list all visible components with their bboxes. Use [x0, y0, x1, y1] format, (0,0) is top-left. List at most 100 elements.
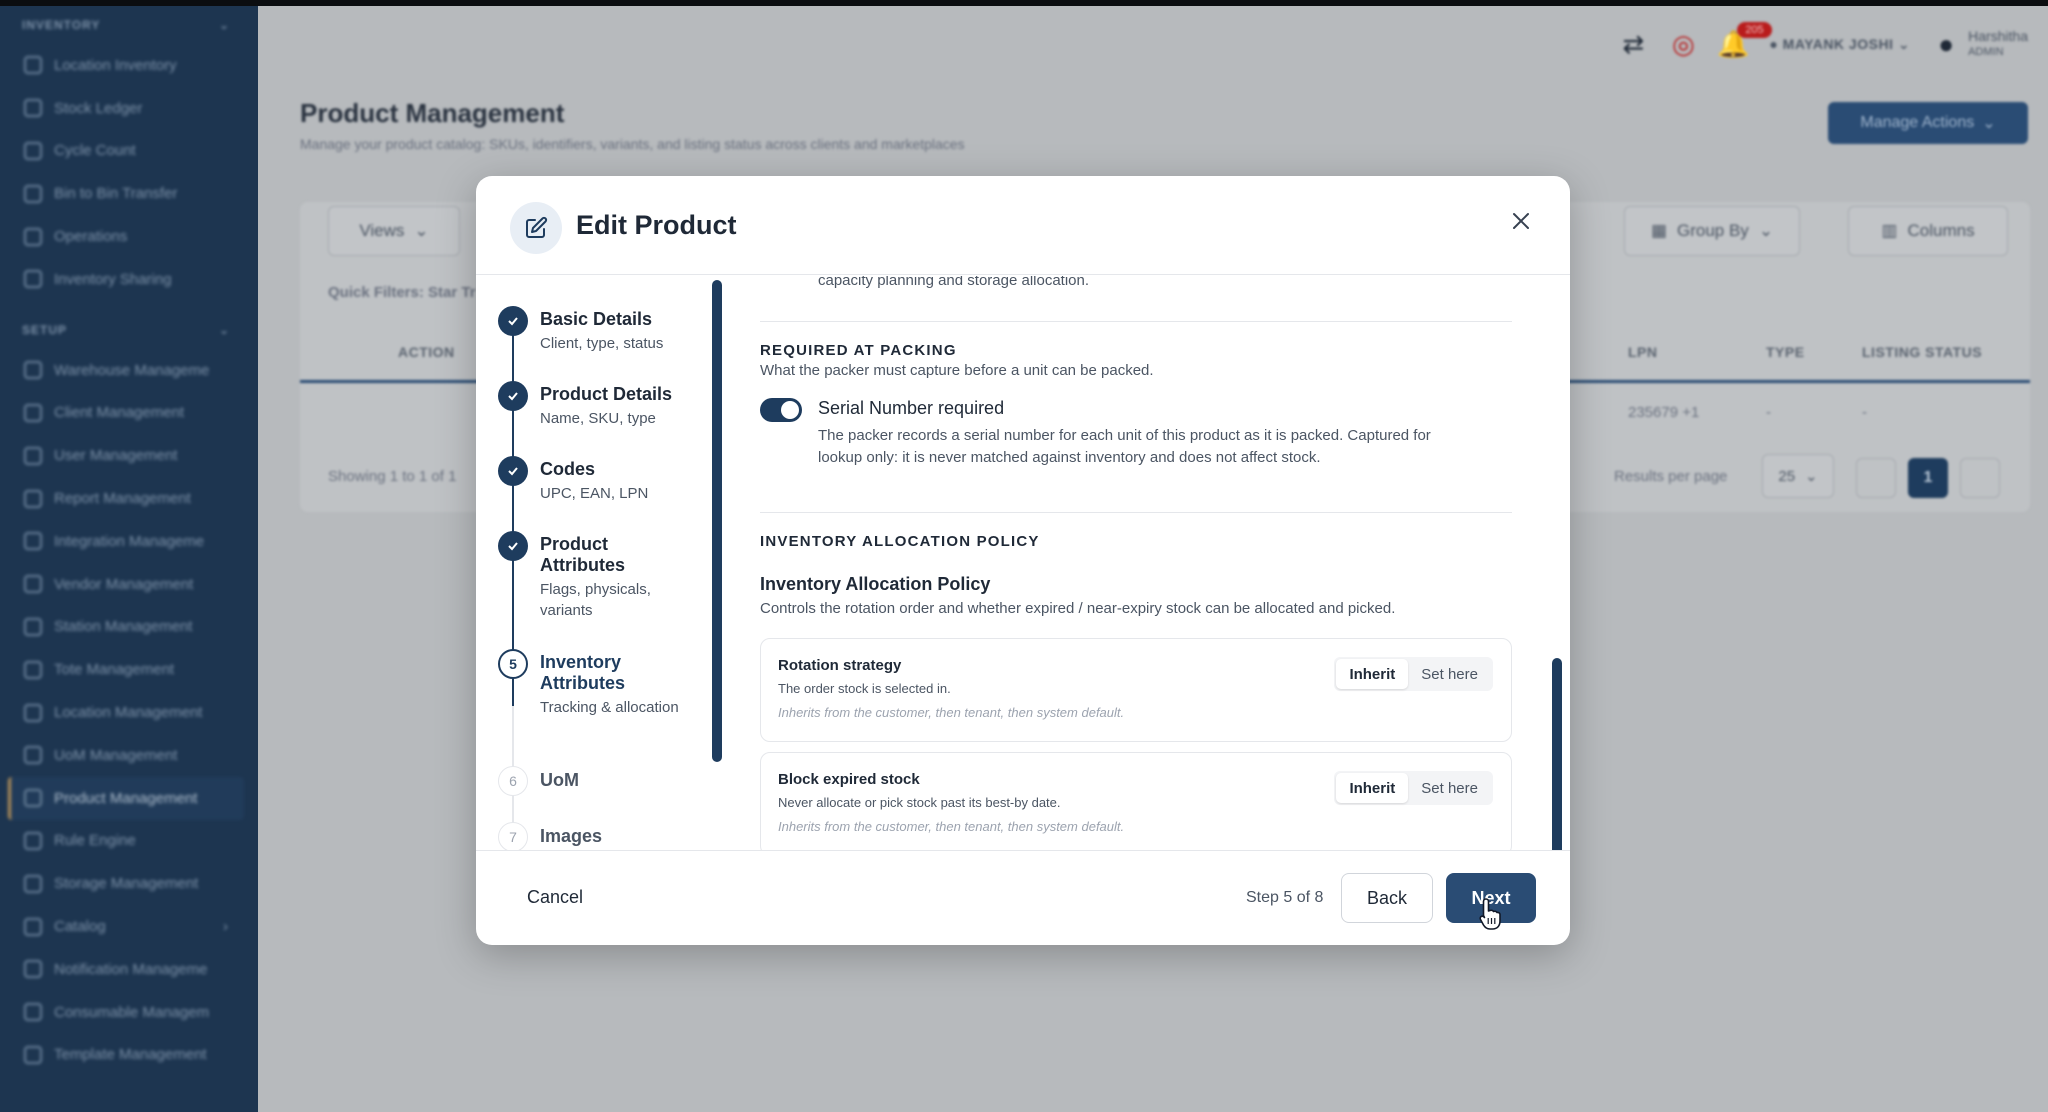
sidebar-item[interactable]: Bin to Bin Transfer: [0, 172, 258, 215]
sidebar-item-label: Vendor Management: [54, 575, 194, 593]
inherit-option[interactable]: Inherit: [1336, 659, 1409, 689]
step-sub: Client, type, status: [540, 335, 664, 352]
sidebar-item[interactable]: Client Management: [0, 392, 258, 435]
sidebar-item[interactable]: Station Management: [0, 606, 258, 649]
allocation-section-title: INVENTORY ALLOCATION POLICY: [760, 533, 1040, 550]
sidebar-item[interactable]: Tote Management: [0, 648, 258, 691]
avatar-icon: ●: [1938, 28, 1954, 59]
sidebar-item-label: Inventory Sharing: [54, 270, 172, 288]
views-dropdown[interactable]: Views ⌄: [328, 206, 460, 256]
modal-header: Edit Product: [476, 176, 1570, 275]
set-here-option[interactable]: Set here: [1408, 773, 1491, 803]
content-scrollbar[interactable]: [1552, 658, 1562, 850]
sidebar-item[interactable]: Cycle Count: [0, 130, 258, 173]
lifebuoy-icon[interactable]: ◎: [1669, 29, 1697, 59]
prev-page-button[interactable]: [1856, 458, 1896, 498]
next-page-button[interactable]: [1960, 458, 2000, 498]
toggle-knob: [781, 401, 799, 419]
sidebar-item-icon: [24, 874, 42, 893]
sidebar-item[interactable]: Stock Ledger: [0, 87, 258, 130]
serial-number-toggle[interactable]: [760, 398, 802, 422]
columns-icon: ▥: [1881, 221, 1898, 240]
per-page-select[interactable]: 25 ⌄: [1762, 454, 1834, 498]
step-title: Product Attributes: [540, 534, 625, 575]
step-title: Product Details: [540, 384, 673, 404]
packing-section-title: REQUIRED AT PACKING: [760, 342, 957, 359]
transfer-icon[interactable]: ⇄: [1619, 29, 1647, 59]
sidebar-item-label: Cycle Count: [54, 142, 136, 160]
inherit-option[interactable]: Inherit: [1336, 773, 1409, 803]
cancel-button[interactable]: Cancel: [527, 887, 583, 908]
sidebar: INVENTORY ⌄ Location Inventory Stock Ledger…: [0, 6, 258, 1112]
sidebar-item[interactable]: UoM Management: [0, 734, 258, 777]
sidebar-item-label: Station Management: [54, 618, 193, 636]
step-sub: Tracking & allocation: [540, 699, 679, 716]
manage-actions-button[interactable]: Manage Actions ⌄: [1828, 102, 2028, 144]
step-sub: UPC, EAN, LPN: [540, 485, 649, 502]
sidebar-item[interactable]: Integration Manageme: [0, 520, 258, 563]
chevron-down-icon: ⌄: [1982, 115, 1996, 132]
modal-footer: Cancel Step 5 of 8 Back Next: [476, 850, 1570, 945]
page-subtitle: Manage your product catalog: SKUs, ident…: [300, 136, 965, 152]
user-menu[interactable]: ● Harshitha ADMIN: [1932, 28, 2028, 60]
sidebar-section-header[interactable]: INVENTORY ⌄: [0, 6, 258, 44]
sidebar-item[interactable]: Operations: [0, 215, 258, 258]
sidebar-item[interactable]: Consumable Managem: [0, 991, 258, 1034]
close-icon[interactable]: [1506, 206, 1536, 236]
sidebar-section-header[interactable]: SETUP ⌄: [0, 311, 258, 349]
user-role: ADMIN: [1968, 46, 2004, 58]
sidebar-item-icon: [24, 361, 42, 380]
sidebar-item-icon: [24, 532, 42, 551]
edit-product-modal: Edit Product Basic Details Client, type,…: [476, 176, 1570, 945]
sidebar-item[interactable]: Template Management: [0, 1034, 258, 1077]
step-count: Step 5 of 8: [1246, 889, 1324, 906]
sidebar-item-icon: [24, 403, 42, 422]
sidebar-item-label: Tote Management: [54, 661, 175, 679]
bell-icon[interactable]: 🔔 205: [1717, 22, 1772, 59]
stepper-scrollbar[interactable]: [712, 280, 722, 762]
sidebar-section-label: SETUP: [22, 322, 68, 337]
sidebar-item[interactable]: Warehouse Manageme: [0, 349, 258, 392]
location-pin-icon: ●: [1769, 35, 1783, 52]
card-note: Inherits from the customer, then tenant,…: [778, 819, 1125, 834]
sidebar-item[interactable]: Vendor Management: [0, 563, 258, 606]
rotation-strategy-card: Rotation strategy The order stock is sel…: [760, 638, 1512, 742]
sidebar-item[interactable]: Product Management: [8, 776, 244, 820]
serial-number-label: Serial Number required: [818, 398, 1005, 418]
warehouse-user[interactable]: ● MAYANK JOSHI ⌄: [1769, 36, 1910, 53]
sidebar-item-label: Report Management: [54, 490, 191, 508]
sidebar-item-icon: [24, 917, 42, 936]
check-icon: [498, 531, 528, 561]
sidebar-item[interactable]: Report Management: [0, 477, 258, 520]
modal-title: Edit Product: [576, 210, 737, 240]
page-1-button[interactable]: 1: [1908, 458, 1948, 498]
sidebar-item-icon: [24, 660, 42, 679]
sidebar-item[interactable]: Inventory Sharing: [0, 258, 258, 301]
sidebar-item-icon: [24, 789, 42, 808]
views-label: Views: [359, 221, 405, 240]
step-content: capacity planning and storage allocation…: [728, 276, 1570, 850]
sidebar-item-label: Integration Manageme: [54, 532, 205, 550]
sidebar-item[interactable]: User Management: [0, 434, 258, 477]
sidebar-item[interactable]: Notification Manageme: [0, 948, 258, 991]
notifications-badge: 205: [1737, 22, 1772, 38]
back-button[interactable]: Back: [1341, 873, 1433, 923]
chevron-down-icon: ⌄: [414, 221, 429, 240]
sidebar-item[interactable]: Catalog ›: [0, 905, 258, 948]
block-expired-stock-card: Block expired stock Never allocate or pi…: [760, 752, 1512, 850]
chevron-down-icon: ⌄: [218, 322, 230, 337]
sidebar-item[interactable]: Storage Management: [0, 862, 258, 905]
per-page-value: 25: [1778, 467, 1796, 485]
sidebar-item-label: Catalog: [54, 918, 106, 936]
sidebar-item[interactable]: Location Inventory: [0, 44, 258, 87]
col-action: ACTION: [398, 344, 455, 360]
sidebar-item[interactable]: Rule Engine: [0, 820, 258, 863]
allocation-description: Controls the rotation order and whether …: [760, 600, 1396, 617]
sidebar-item-icon: [24, 960, 42, 979]
divider: [760, 321, 1512, 322]
sidebar-item-label: Location Inventory: [54, 56, 177, 74]
set-here-option[interactable]: Set here: [1408, 659, 1491, 689]
columns-button[interactable]: ▥ Columns: [1848, 206, 2008, 256]
sidebar-item[interactable]: Location Management: [0, 691, 258, 734]
group-by-dropdown[interactable]: ▦ Group By ⌄: [1624, 206, 1800, 256]
